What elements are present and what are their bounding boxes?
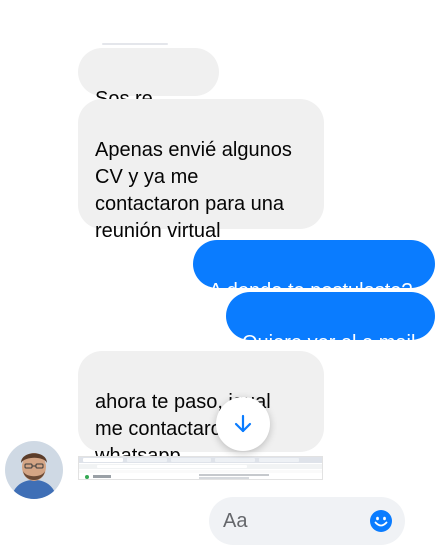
- outgoing-message-2[interactable]: Quiero ver el e.mail: [226, 292, 435, 354]
- outgoing-message-1[interactable]: A donde te postulaste?: [193, 240, 435, 302]
- incoming-message-2[interactable]: Apenas envié algunos CV y ya me contacta…: [78, 99, 324, 242]
- message-text: Apenas envié algunos CV y ya me contacta…: [95, 139, 292, 242]
- emoji-button[interactable]: [369, 509, 393, 533]
- scroll-to-bottom-button[interactable]: [216, 397, 270, 451]
- contact-avatar[interactable]: [5, 441, 63, 499]
- incoming-message-1[interactable]: Sos re crack: [78, 48, 219, 137]
- smiley-icon: [370, 510, 392, 532]
- screenshot-attachment[interactable]: [78, 456, 323, 480]
- message-composer[interactable]: Aa: [209, 497, 405, 545]
- message-input-placeholder: Aa: [223, 510, 248, 532]
- incoming-message-3[interactable]: ahora te paso, igual me contactaron por …: [78, 351, 324, 467]
- screenshot-preview: [79, 457, 322, 479]
- previous-attachment-edge: [102, 43, 168, 45]
- avatar-image: [5, 441, 63, 499]
- arrow-down-icon: [234, 414, 252, 433]
